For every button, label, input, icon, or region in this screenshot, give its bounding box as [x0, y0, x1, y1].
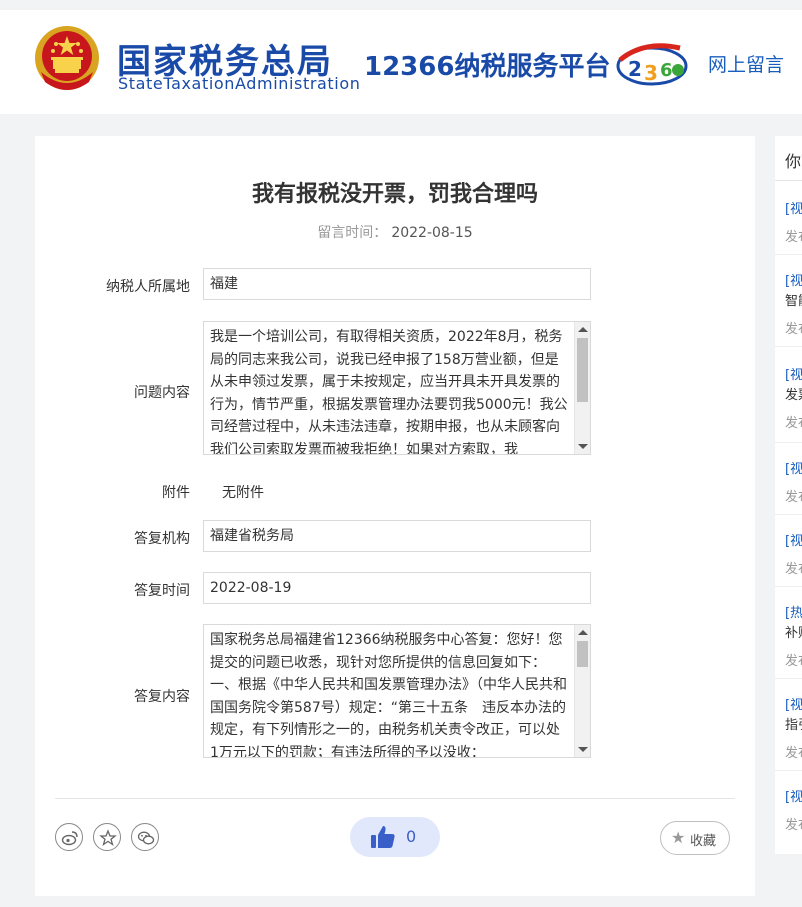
sidebar-item-tag[interactable]: [视频 [785, 786, 802, 805]
wechat-icon [137, 831, 155, 845]
reply-time-label: 答复时间 [134, 583, 190, 599]
divider [55, 798, 735, 799]
sidebar-item-publish: 发布 [785, 322, 802, 337]
reply-label: 答复内容 [134, 689, 190, 705]
platform-title: 12366纳税服务平台 [364, 52, 611, 82]
region-label: 纳税人所属地 [106, 279, 190, 295]
page-title: 我有报税没开票，罚我合理吗 [251, 182, 538, 207]
sidebar-item-publish: 发布 [785, 654, 802, 669]
scroll-thumb[interactable] [577, 338, 588, 402]
question-textarea[interactable]: 我是一个培训公司，有取得相关资质，2022年8月，税务局的同志来我公司，说我已经… [203, 321, 591, 455]
online-message-link[interactable]: 网上留言 [708, 50, 784, 77]
divider [775, 586, 802, 587]
svg-text:2: 2 [628, 57, 642, 81]
scroll-down-icon[interactable] [578, 747, 588, 752]
like-button[interactable]: 0 [350, 817, 440, 857]
divider [775, 514, 802, 515]
region-field[interactable]: 福建 [203, 268, 591, 300]
org-field[interactable]: 福建省税务局 [203, 520, 591, 552]
attachment-label: 附件 [162, 485, 190, 501]
sidebar-item-publish: 发布 [785, 746, 802, 761]
site-header: 国家税务总局 StateTaxationAdministration 12366… [0, 10, 802, 114]
related-sidebar: 你可能 [视频 发布 [视频 智能 发布 [视频 发票 发布 [视频 发布 [视… [775, 136, 802, 854]
divider [775, 678, 802, 679]
share-wechat-button[interactable] [131, 823, 159, 851]
svg-text:6: 6 [660, 60, 673, 81]
reply-text: 国家税务总局福建省12366纳税服务中心答复：您好！您提交的问题已收悉，现针对您… [210, 632, 567, 758]
sidebar-item-tag[interactable]: [视频 [785, 530, 802, 549]
like-count: 0 [406, 827, 417, 846]
sidebar-item-publish: 发布 [785, 230, 802, 245]
question-label: 问题内容 [134, 385, 190, 401]
brand-title-en: StateTaxationAdministration [118, 74, 361, 93]
sidebar-item-publish: 发布 [785, 562, 802, 577]
thumbs-up-icon [371, 826, 395, 848]
org-label: 答复机构 [134, 531, 190, 547]
message-time-value: 2022-08-15 [391, 225, 473, 241]
sidebar-item-title[interactable]: 智能 [785, 290, 802, 309]
sidebar-item-tag[interactable]: [视频 [785, 364, 802, 383]
national-emblem-icon [35, 26, 99, 90]
article-card: 我有报税没开票，罚我合理吗 留言时间： 2022-08-15 纳税人所属地 福建 … [35, 136, 755, 896]
reply-textarea[interactable]: 国家税务总局福建省12366纳税服务中心答复：您好！您提交的问题已收悉，现针对您… [203, 624, 591, 758]
question-scrollbar[interactable] [574, 322, 590, 454]
divider [775, 770, 802, 771]
sidebar-item-title[interactable]: 指引 [785, 714, 802, 733]
star-icon: ★ [671, 828, 686, 847]
scroll-up-icon[interactable] [578, 327, 588, 332]
star-circle-icon [99, 829, 117, 847]
message-time-label: 留言时间： [317, 225, 388, 241]
scroll-down-icon[interactable] [578, 444, 588, 449]
sidebar-heading: 你可能 [785, 152, 802, 171]
share-qzone-button[interactable] [93, 823, 121, 851]
sidebar-item-publish: 发布 [785, 416, 802, 431]
divider [775, 180, 802, 181]
weibo-icon [61, 831, 78, 846]
favorite-label: 收藏 [690, 834, 717, 849]
reply-time-field[interactable]: 2022-08-19 [203, 572, 591, 604]
12366-logo-icon: 2 3 6 [616, 43, 688, 86]
sidebar-item-tag[interactable]: [热点 [785, 602, 802, 621]
divider [775, 442, 802, 443]
sidebar-item-title[interactable]: 补贴 [785, 622, 802, 641]
divider [775, 254, 802, 255]
attachment-value: 无附件 [222, 485, 264, 501]
svg-text:3: 3 [644, 61, 658, 85]
sidebar-item-publish: 发布 [785, 818, 802, 833]
reply-scrollbar[interactable] [574, 625, 590, 757]
sidebar-item-tag[interactable]: [视频 [785, 270, 802, 289]
sidebar-item-title[interactable]: 发票 [785, 384, 802, 403]
share-weibo-button[interactable] [55, 823, 83, 851]
scroll-up-icon[interactable] [578, 630, 588, 635]
sidebar-item-tag[interactable]: [视频 [785, 694, 802, 713]
divider [775, 346, 802, 347]
favorite-button[interactable]: ★ 收藏 [660, 821, 730, 855]
sidebar-item-tag[interactable]: [视频 [785, 458, 802, 477]
scroll-thumb[interactable] [577, 641, 588, 667]
sidebar-item-publish: 发布 [785, 490, 802, 505]
message-time: 留言时间： 2022-08-15 [35, 222, 755, 242]
sidebar-item-tag[interactable]: [视频 [785, 198, 802, 217]
question-text: 我是一个培训公司，有取得相关资质，2022年8月，税务局的同志来我公司，说我已经… [210, 329, 568, 455]
